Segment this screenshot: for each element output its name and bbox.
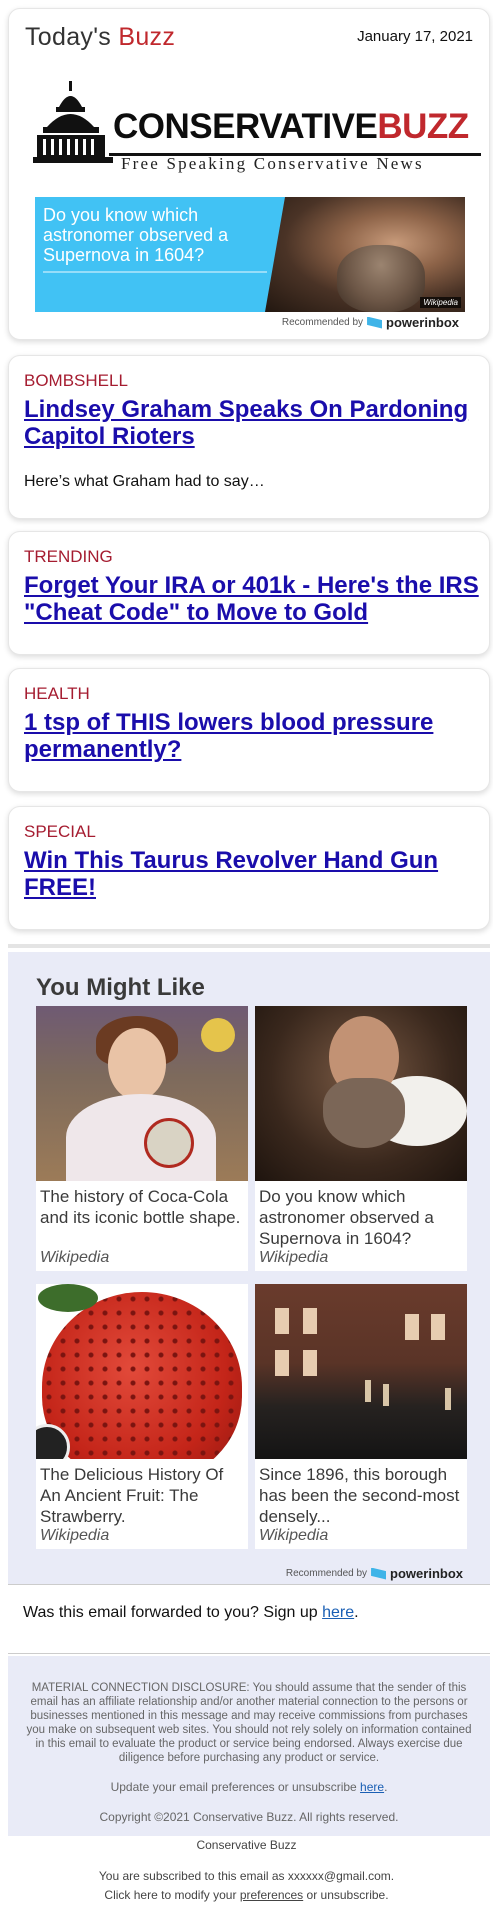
street-scene-image: [255, 1284, 467, 1459]
disclosure-section: MATERIAL CONNECTION DISCLOSURE: You shou…: [8, 1656, 490, 1836]
logo-tagline: Free Speaking Conservative News: [121, 154, 424, 173]
story-category: BOMBSHELL: [24, 371, 128, 390]
sponsored-ad-banner[interactable]: Do you know which astronomer observed a …: [35, 197, 465, 312]
unsubscribe-link[interactable]: here: [360, 1780, 384, 1794]
recommendation-tile[interactable]: The Delicious History Of An Ancient Frui…: [36, 1284, 248, 1549]
story-headline-link[interactable]: Forget Your IRA or 401k - Here's the IRS…: [24, 572, 479, 626]
story-category: HEALTH: [24, 684, 90, 703]
ad-portrait-beard: [337, 245, 425, 312]
tile-caption: The Delicious History Of An Ancient Frui…: [40, 1465, 224, 1526]
email-preferences-text: Update your email preferences or unsubsc…: [110, 1780, 388, 1794]
logo-wordmark: CONSERVATIVEBUZZ: [113, 109, 469, 144]
modify-preferences-text: Click here to modify your preferences or…: [104, 1888, 389, 1902]
powerinbox-name: powerinbox: [386, 315, 459, 330]
forward-signup-text: Was this email forwarded to you? Sign up…: [23, 1604, 359, 1621]
header-card: Today's Buzz January 17, 2021 CONSERVATI…: [8, 8, 490, 340]
tile-source: Wikipedia: [259, 1249, 329, 1266]
signup-link[interactable]: here: [322, 1604, 354, 1621]
powerinbox-icon: [371, 1567, 387, 1580]
capitol-dome-icon: [33, 81, 113, 163]
copyright-text: Copyright ©2021 Conservative Buzz. All r…: [99, 1810, 399, 1824]
recommendation-tile[interactable]: Since 1896, this borough has been the se…: [255, 1284, 467, 1549]
recommended-by-label: Recommended by: [285, 1568, 368, 1579]
tile-source: Wikipedia: [40, 1249, 110, 1266]
story-card: TRENDING Forget Your IRA or 401k - Here'…: [8, 531, 490, 655]
recommendation-tile[interactable]: The history of Coca-Cola and its iconic …: [36, 1006, 248, 1271]
powerinbox-icon: [367, 316, 383, 329]
coca-cola-image: [36, 1006, 248, 1181]
recommended-by[interactable]: Recommended by powerinbox: [286, 1566, 463, 1581]
tile-source: Wikipedia: [259, 1527, 329, 1544]
ad-credit: Wikipedia: [420, 297, 461, 308]
you-might-like-title: You Might Like: [36, 974, 205, 1001]
footer-subscription-info: You are subscribed to this email as xxxx…: [0, 1867, 493, 1905]
story-headline-link[interactable]: 1 tsp of THIS lowers blood pressure perm…: [24, 709, 479, 763]
story-card: HEALTH 1 tsp of THIS lowers blood pressu…: [8, 668, 490, 792]
story-category: SPECIAL: [24, 822, 96, 841]
recommended-by-label: Recommended by: [281, 317, 364, 328]
story-headline-link[interactable]: Lindsey Graham Speaks On Pardoning Capit…: [24, 396, 479, 450]
you-might-like-section: You Might Like The history of Coca-Cola …: [8, 952, 490, 1584]
footer-sender-name: Conservative Buzz: [196, 1838, 297, 1852]
recommendation-tile[interactable]: Do you know which astronomer observed a …: [255, 1006, 467, 1271]
material-connection-disclosure: MATERIAL CONNECTION DISCLOSURE: You shou…: [26, 1682, 472, 1764]
powerinbox-name: powerinbox: [390, 1566, 463, 1581]
preferences-link[interactable]: preferences: [240, 1888, 303, 1902]
tile-caption: Do you know which astronomer observed a …: [259, 1187, 434, 1248]
recommended-by[interactable]: Recommended by powerinbox: [282, 315, 459, 330]
ad-text: Do you know which astronomer observed a …: [43, 205, 229, 265]
story-card: SPECIAL Win This Taurus Revolver Hand Gu…: [8, 806, 490, 930]
story-headline-link[interactable]: Win This Taurus Revolver Hand Gun FREE!: [24, 847, 479, 901]
story-teaser: Here’s what Graham had to say…: [24, 473, 265, 490]
brand-accent: Buzz: [118, 23, 176, 51]
tile-caption: The history of Coca-Cola and its iconic …: [40, 1187, 241, 1227]
brand-prefix: Today's: [25, 23, 119, 51]
story-card: BOMBSHELL Lindsey Graham Speaks On Pardo…: [8, 355, 490, 519]
issue-date: January 17, 2021: [357, 28, 473, 45]
logo-word-buzz: BUZZ: [377, 107, 469, 146]
section-divider: [8, 944, 490, 948]
astronomer-portrait-image: [255, 1006, 467, 1181]
logo-word-conservative: CONSERVATIVE: [113, 107, 378, 146]
story-category: TRENDING: [24, 547, 113, 566]
tile-source: Wikipedia: [40, 1527, 110, 1544]
strawberry-image: [36, 1284, 248, 1459]
forward-signup-section: Was this email forwarded to you? Sign up…: [8, 1584, 490, 1654]
ad-divider: [43, 271, 267, 273]
tile-caption: Since 1896, this borough has been the se…: [259, 1465, 460, 1526]
brand-title: Today's Buzz: [25, 23, 175, 52]
subscribed-email-text: You are subscribed to this email as xxxx…: [98, 1869, 395, 1883]
conservative-buzz-logo[interactable]: CONSERVATIVEBUZZ Free Speaking Conservat…: [33, 77, 481, 177]
